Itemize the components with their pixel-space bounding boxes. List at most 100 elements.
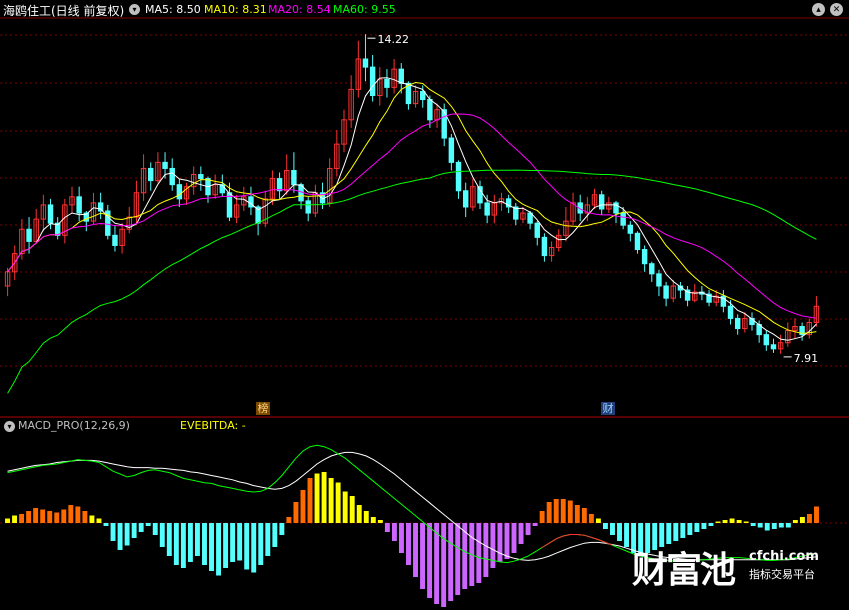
macd-bar [33,508,39,523]
candle-down [484,202,490,216]
macd-bar [792,520,798,523]
candle-down [369,66,376,96]
candle-down [148,167,154,182]
macd-bar [708,523,714,526]
macd-bar [511,523,517,553]
macd-bar [110,523,116,541]
macd-bar [26,511,32,523]
cai-marker[interactable]: 财 [601,402,615,415]
candle-down [448,137,455,163]
candle-down [663,285,669,299]
up-icon[interactable]: ▴ [812,3,825,16]
macd-bar [553,499,559,523]
macd-bar [82,511,88,523]
macd-bar [300,490,306,523]
ma5-label: MA5: 8.50 [145,3,201,16]
macd-bar [321,472,327,523]
macd-bar [398,523,404,553]
macd-bar [117,523,123,550]
chevron-down-icon[interactable]: ▾ [129,4,140,15]
candle-down [462,190,469,208]
candle-down [97,202,104,212]
macd-bar [265,523,271,556]
candle-down [305,200,311,214]
macd-bar [223,523,229,568]
macd-bar [757,523,763,528]
macd-bar [230,523,236,562]
macd-bar [680,523,686,538]
candle-down [534,222,540,238]
chevron-down-icon[interactable]: ▾ [4,421,15,432]
macd-bar [617,523,622,541]
candle-down [291,169,297,186]
macd-bar [743,521,749,523]
evebitda-label: EVEBITDA: - [180,419,246,432]
macd-bar [736,520,742,523]
macd-bar [624,523,630,547]
macd-bar [567,500,573,523]
macd-bar [96,518,102,523]
close-icon[interactable]: ✕ [830,3,843,16]
macd-bar [216,523,222,576]
watermark-brand: 财富池 [632,550,736,591]
macd-bar [166,523,172,556]
stock-title: 海鸥住工(日线 前复权) [3,4,125,18]
macd-bar [694,523,700,532]
candle-down [641,249,648,265]
candle-down [420,90,426,101]
macd-bar [286,517,292,523]
macd-bar [413,523,418,577]
macd-bar [588,514,594,523]
candle-down [727,305,734,319]
candle-down [541,236,548,257]
ma10-label: MA10: 8.31 [204,3,267,16]
macd-bar [5,518,10,523]
macd-bar [539,511,545,523]
candle-down [47,204,54,224]
macd-bar [314,473,320,523]
macd-bar [729,518,735,523]
candle-down [770,344,777,350]
candle-down [176,184,183,200]
candle-down [649,263,655,275]
macd-bar [356,505,362,523]
macd-bar [251,523,257,573]
macd-bar [202,523,207,565]
candle-down [427,99,433,121]
chart-window: 14.22 7.91 海鸥住工(日线 前复权) ▾ MA5: 8.50 MA10:… [0,0,849,610]
macd-bar [377,520,383,523]
watermark-slogan: 指标交易平台 [749,568,815,581]
candle-down [169,167,175,186]
macd-bar [483,523,489,577]
candle-down [398,68,404,84]
macd-bar [349,496,355,523]
candle-down [620,212,626,226]
macd-bar [152,523,158,535]
macd-bar [244,523,250,570]
macd-bar [722,520,728,523]
macd-bar [799,517,805,523]
macd-bar [673,523,679,541]
macd-bar [750,523,756,526]
macd-bar [497,523,503,562]
macd-bar [420,523,426,589]
macd-bar [785,523,791,528]
macd-bar [173,523,179,565]
ma20-label: MA20: 8.54 [268,3,331,16]
ma60-label: MA60: 9.55 [333,3,396,16]
macd-bar [47,511,53,523]
macd-bar [610,523,615,535]
macd-bar [504,523,510,559]
macd-bar [209,523,214,571]
macd-bar [159,523,165,547]
macd-bar [103,523,109,526]
chart-canvas[interactable]: 14.22 7.91 [0,0,849,610]
ma60-line [7,169,817,394]
bang-marker[interactable]: 榜 [256,402,270,415]
macd-bar [771,523,777,529]
macd-bar [427,523,433,598]
macd-bar [12,515,18,523]
candle-down [627,224,634,234]
macd-bar [532,523,538,526]
macd-bar [272,523,278,547]
